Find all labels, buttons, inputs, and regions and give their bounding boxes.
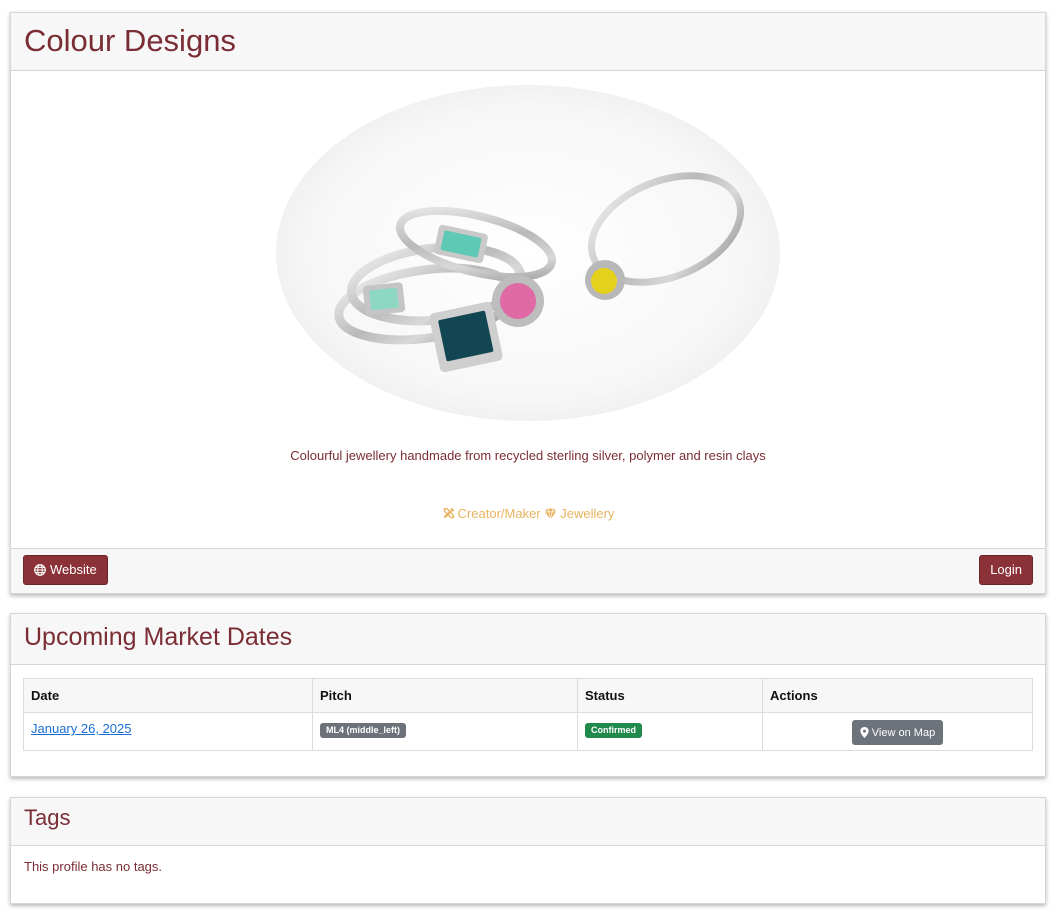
market-dates-card: Upcoming Market Dates Date Pitch Status … — [10, 613, 1046, 777]
section-title: Tags — [24, 805, 71, 830]
status-cell: Confirmed — [577, 712, 763, 751]
map-marker-icon — [860, 727, 869, 738]
date-link[interactable]: January 26, 2025 — [31, 721, 131, 736]
category-label: Creator/Maker — [457, 506, 541, 521]
column-actions: Actions — [762, 678, 1033, 713]
column-pitch: Pitch — [312, 678, 578, 713]
product-photo — [276, 84, 781, 422]
pitch-cell: ML4 (middle_left) — [312, 712, 578, 751]
column-status: Status — [577, 678, 763, 713]
column-date: Date — [23, 678, 313, 713]
tags-card: Tags This profile has no tags. — [10, 797, 1046, 904]
pitch-badge: ML4 (middle_left) — [320, 723, 407, 738]
category-jewellery: Jewellery — [544, 506, 614, 521]
profile-card: Colour Designs Colourful jewellery handm… — [10, 12, 1046, 594]
view-on-map-label: View on Map — [871, 726, 936, 739]
actions-cell: View on Map — [762, 712, 1033, 751]
page-title: Colour Designs — [24, 23, 236, 58]
globe-icon — [34, 564, 46, 576]
tools-icon — [443, 507, 454, 519]
section-title: Upcoming Market Dates — [24, 623, 293, 651]
tags-header: Tags — [11, 798, 1045, 846]
website-label: Website — [50, 562, 97, 577]
website-button[interactable]: Website — [23, 555, 108, 585]
category-label: Jewellery — [560, 506, 615, 521]
status-badge: Confirmed — [585, 723, 642, 738]
category-creator-maker: Creator/Maker — [442, 506, 541, 521]
view-on-map-button[interactable]: View on Map — [851, 720, 944, 745]
profile-footer: Website Login — [11, 548, 1045, 593]
empty-tags-message: This profile has no tags. — [24, 859, 163, 874]
login-button[interactable]: Login — [979, 555, 1033, 585]
date-cell: January 26, 2025 — [23, 712, 313, 751]
gem-icon — [545, 508, 557, 520]
table-row: January 26, 2025 ML4 (middle_left) Confi… — [23, 712, 1033, 751]
profile-description: Colourful jewellery handmade from recycl… — [290, 448, 766, 463]
profile-header: Colour Designs — [11, 13, 1045, 71]
table-header-row: Date Pitch Status Actions — [23, 678, 1033, 713]
market-dates-table: Date Pitch Status Actions January 26, 20… — [23, 678, 1033, 751]
category-list: Creator/Maker Jewellery — [11, 506, 1045, 523]
market-dates-header: Upcoming Market Dates — [11, 614, 1045, 665]
